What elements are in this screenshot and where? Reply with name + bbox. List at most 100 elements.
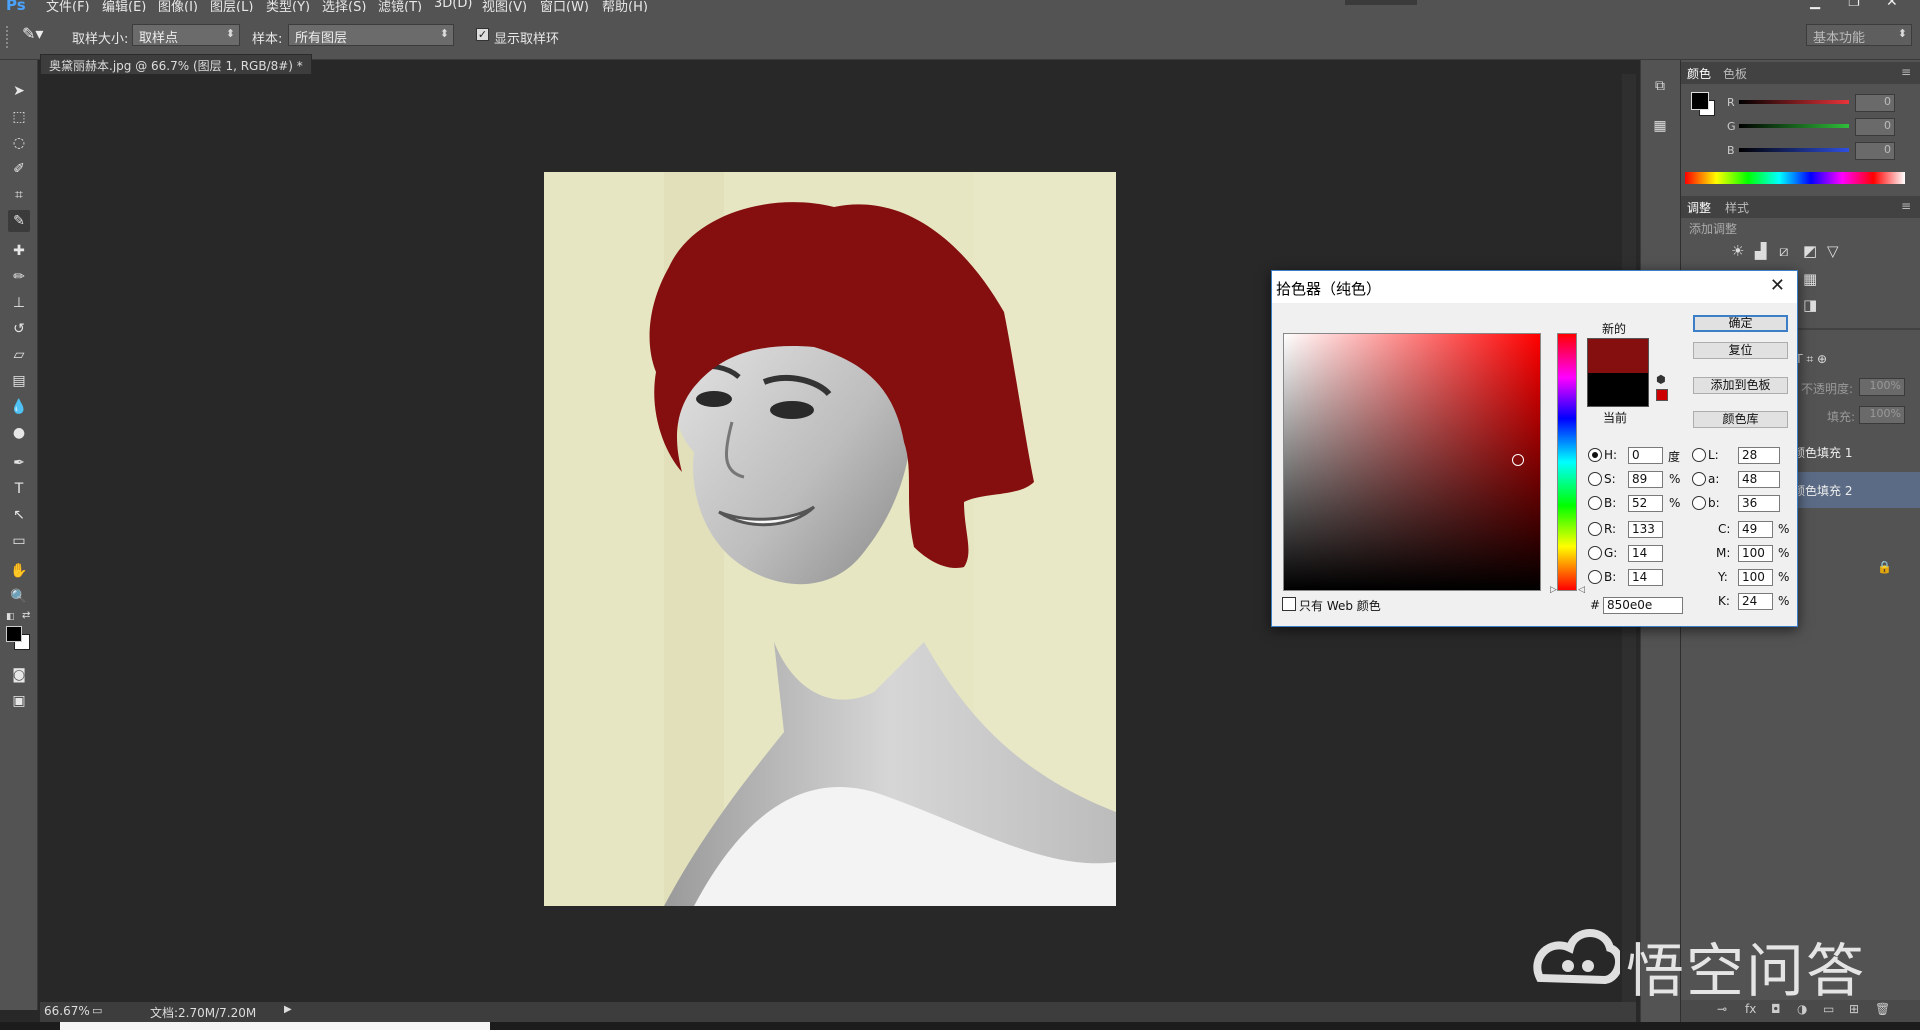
hue-field[interactable]: 0 [1628,447,1663,464]
menu-view[interactable]: 视图(V) [482,0,527,12]
yellow-field[interactable]: 100 [1738,569,1773,586]
green-field[interactable]: 14 [1628,545,1663,562]
lasso-tool-icon[interactable]: ◌ [8,132,30,154]
swap-colors-icon[interactable]: ⇄ [22,610,30,621]
dialog-close-icon[interactable]: ✕ [1770,275,1785,296]
black-field[interactable]: 24 [1738,593,1773,610]
menu-edit[interactable]: 编辑(E) [102,0,146,12]
restore-button[interactable]: ❐ [1848,0,1860,10]
zoom-tool-icon[interactable]: 🔍 [8,586,30,608]
ok-button[interactable]: 确定 [1693,315,1788,332]
red-field[interactable]: 133 [1628,521,1663,538]
color-field-cursor[interactable] [1512,454,1524,466]
tab-adjustments[interactable]: 调整 [1687,199,1711,216]
close-window-button[interactable]: ✕ [1886,0,1898,10]
levels-icon[interactable]: ▟ [1755,242,1767,260]
color-lookup-icon[interactable]: ▦ [1803,270,1817,288]
saturation-radio[interactable] [1588,472,1602,486]
color-ramp[interactable] [1685,172,1905,184]
tab-color[interactable]: 颜色 [1687,65,1711,82]
channel-r-value[interactable]: 0 [1855,94,1895,112]
hand-tool-icon[interactable]: ✋ [8,560,30,582]
hue-slider-right-marker[interactable]: ◁ [1578,585,1585,595]
hue-radio[interactable] [1588,448,1602,462]
saturation-brightness-field[interactable] [1283,333,1541,591]
channel-b-value[interactable]: 0 [1855,142,1895,160]
zoom-level[interactable]: 66.67% [44,1004,90,1018]
healing-brush-tool-icon[interactable]: ✚ [8,240,30,262]
lab-b-field[interactable]: 36 [1738,495,1780,512]
adjust-panel-menu-icon[interactable]: ≡ [1901,199,1911,213]
panel-menu-icon[interactable]: ≡ [1901,65,1911,79]
sample-size-select[interactable]: 取样点 [132,24,240,46]
lab-a-radio[interactable] [1692,472,1706,486]
minimize-button[interactable]: ▁ [1810,0,1820,10]
shape-tool-icon[interactable]: ▭ [8,530,30,552]
document-image[interactable] [544,172,1116,906]
lab-b-radio[interactable] [1692,496,1706,510]
add-to-swatches-button[interactable]: 添加到色板 [1693,377,1788,394]
crop-tool-icon[interactable]: ⌗ [8,184,30,206]
color-libraries-button[interactable]: 颜色库 [1693,411,1788,428]
hex-field[interactable]: 850e0e [1603,597,1683,614]
menu-help[interactable]: 帮助(H) [602,0,648,12]
foreground-color-swatch[interactable] [6,626,22,642]
lab-a-field[interactable]: 48 [1738,471,1780,488]
channel-g-slider[interactable] [1739,124,1849,128]
lab-l-radio[interactable] [1692,448,1706,462]
show-ring-checkbox[interactable]: ✓ [476,28,489,41]
tab-styles[interactable]: 样式 [1725,199,1749,216]
fill-field[interactable]: 100% [1859,406,1905,424]
saturation-field[interactable]: 89 [1628,471,1663,488]
blue-radio[interactable] [1588,570,1602,584]
menu-image[interactable]: 图像(I) [158,0,198,12]
screen-mode-icon[interactable]: ▣ [8,690,30,712]
web-only-checkbox[interactable] [1282,597,1296,611]
clone-stamp-tool-icon[interactable]: ⊥ [8,292,30,314]
exposure-icon[interactable]: ◩ [1803,242,1817,260]
brush-tool-icon[interactable]: ✏ [8,266,30,288]
document-tab[interactable]: 奥黛丽赫本.jpg @ 66.7% (图层 1, RGB/8#) * × [40,54,312,88]
gradient-map-icon[interactable]: ◨ [1803,296,1817,314]
menu-type[interactable]: 类型(Y) [266,0,310,12]
delete-layer-icon[interactable]: 🗑 [1875,1002,1890,1016]
channel-r-slider[interactable] [1739,100,1849,104]
brightness-field[interactable]: 52 [1628,495,1663,512]
blue-field[interactable]: 14 [1628,569,1663,586]
dialog-titlebar[interactable]: 拾色器（纯色） ✕ [1272,271,1797,303]
menu-select[interactable]: 选择(S) [322,0,366,12]
path-select-tool-icon[interactable]: ↖ [8,504,30,526]
history-brush-tool-icon[interactable]: ↺ [8,318,30,340]
status-info-icon[interactable]: ▭ [92,1004,102,1017]
brightness-radio[interactable] [1588,496,1602,510]
menu-file[interactable]: 文件(F) [46,0,90,12]
quick-mask-icon[interactable]: ◙ [8,664,30,686]
brightness-icon[interactable]: ☀ [1731,242,1744,260]
vibrance-icon[interactable]: ▽ [1827,242,1839,260]
eyedropper-preset-icon[interactable]: ✎▾ [22,24,43,43]
magenta-field[interactable]: 100 [1738,545,1773,562]
marquee-tool-icon[interactable]: ⬚ [8,106,30,128]
lab-l-field[interactable]: 28 [1738,447,1780,464]
sample-select[interactable]: 所有图层 [288,24,454,46]
cyan-field[interactable]: 49 [1738,521,1773,538]
current-color-swatch[interactable] [1587,373,1649,407]
history-panel-icon[interactable]: ⧉ [1649,78,1671,98]
menu-window[interactable]: 窗口(W) [540,0,589,12]
default-colors-icon[interactable]: ◧ [6,612,16,622]
reset-button[interactable]: 复位 [1693,342,1788,359]
quick-select-tool-icon[interactable]: ✐ [8,158,30,180]
move-tool-icon[interactable]: ➤ [8,80,30,102]
tab-swatches[interactable]: 色板 [1723,65,1747,82]
channel-b-slider[interactable] [1739,148,1849,152]
workspace-select[interactable]: 基本功能 [1806,24,1912,46]
gradient-tool-icon[interactable]: ▤ [8,370,30,392]
blur-tool-icon[interactable]: 💧 [8,396,30,418]
dodge-tool-icon[interactable]: ● [8,422,30,444]
properties-panel-icon[interactable]: ▦ [1649,118,1671,138]
red-radio[interactable] [1588,522,1602,536]
curves-icon[interactable]: ⧄ [1779,242,1789,260]
menu-3d[interactable]: 3D(D) [434,0,472,11]
menu-filter[interactable]: 滤镜(T) [378,0,422,12]
eraser-tool-icon[interactable]: ▱ [8,344,30,366]
